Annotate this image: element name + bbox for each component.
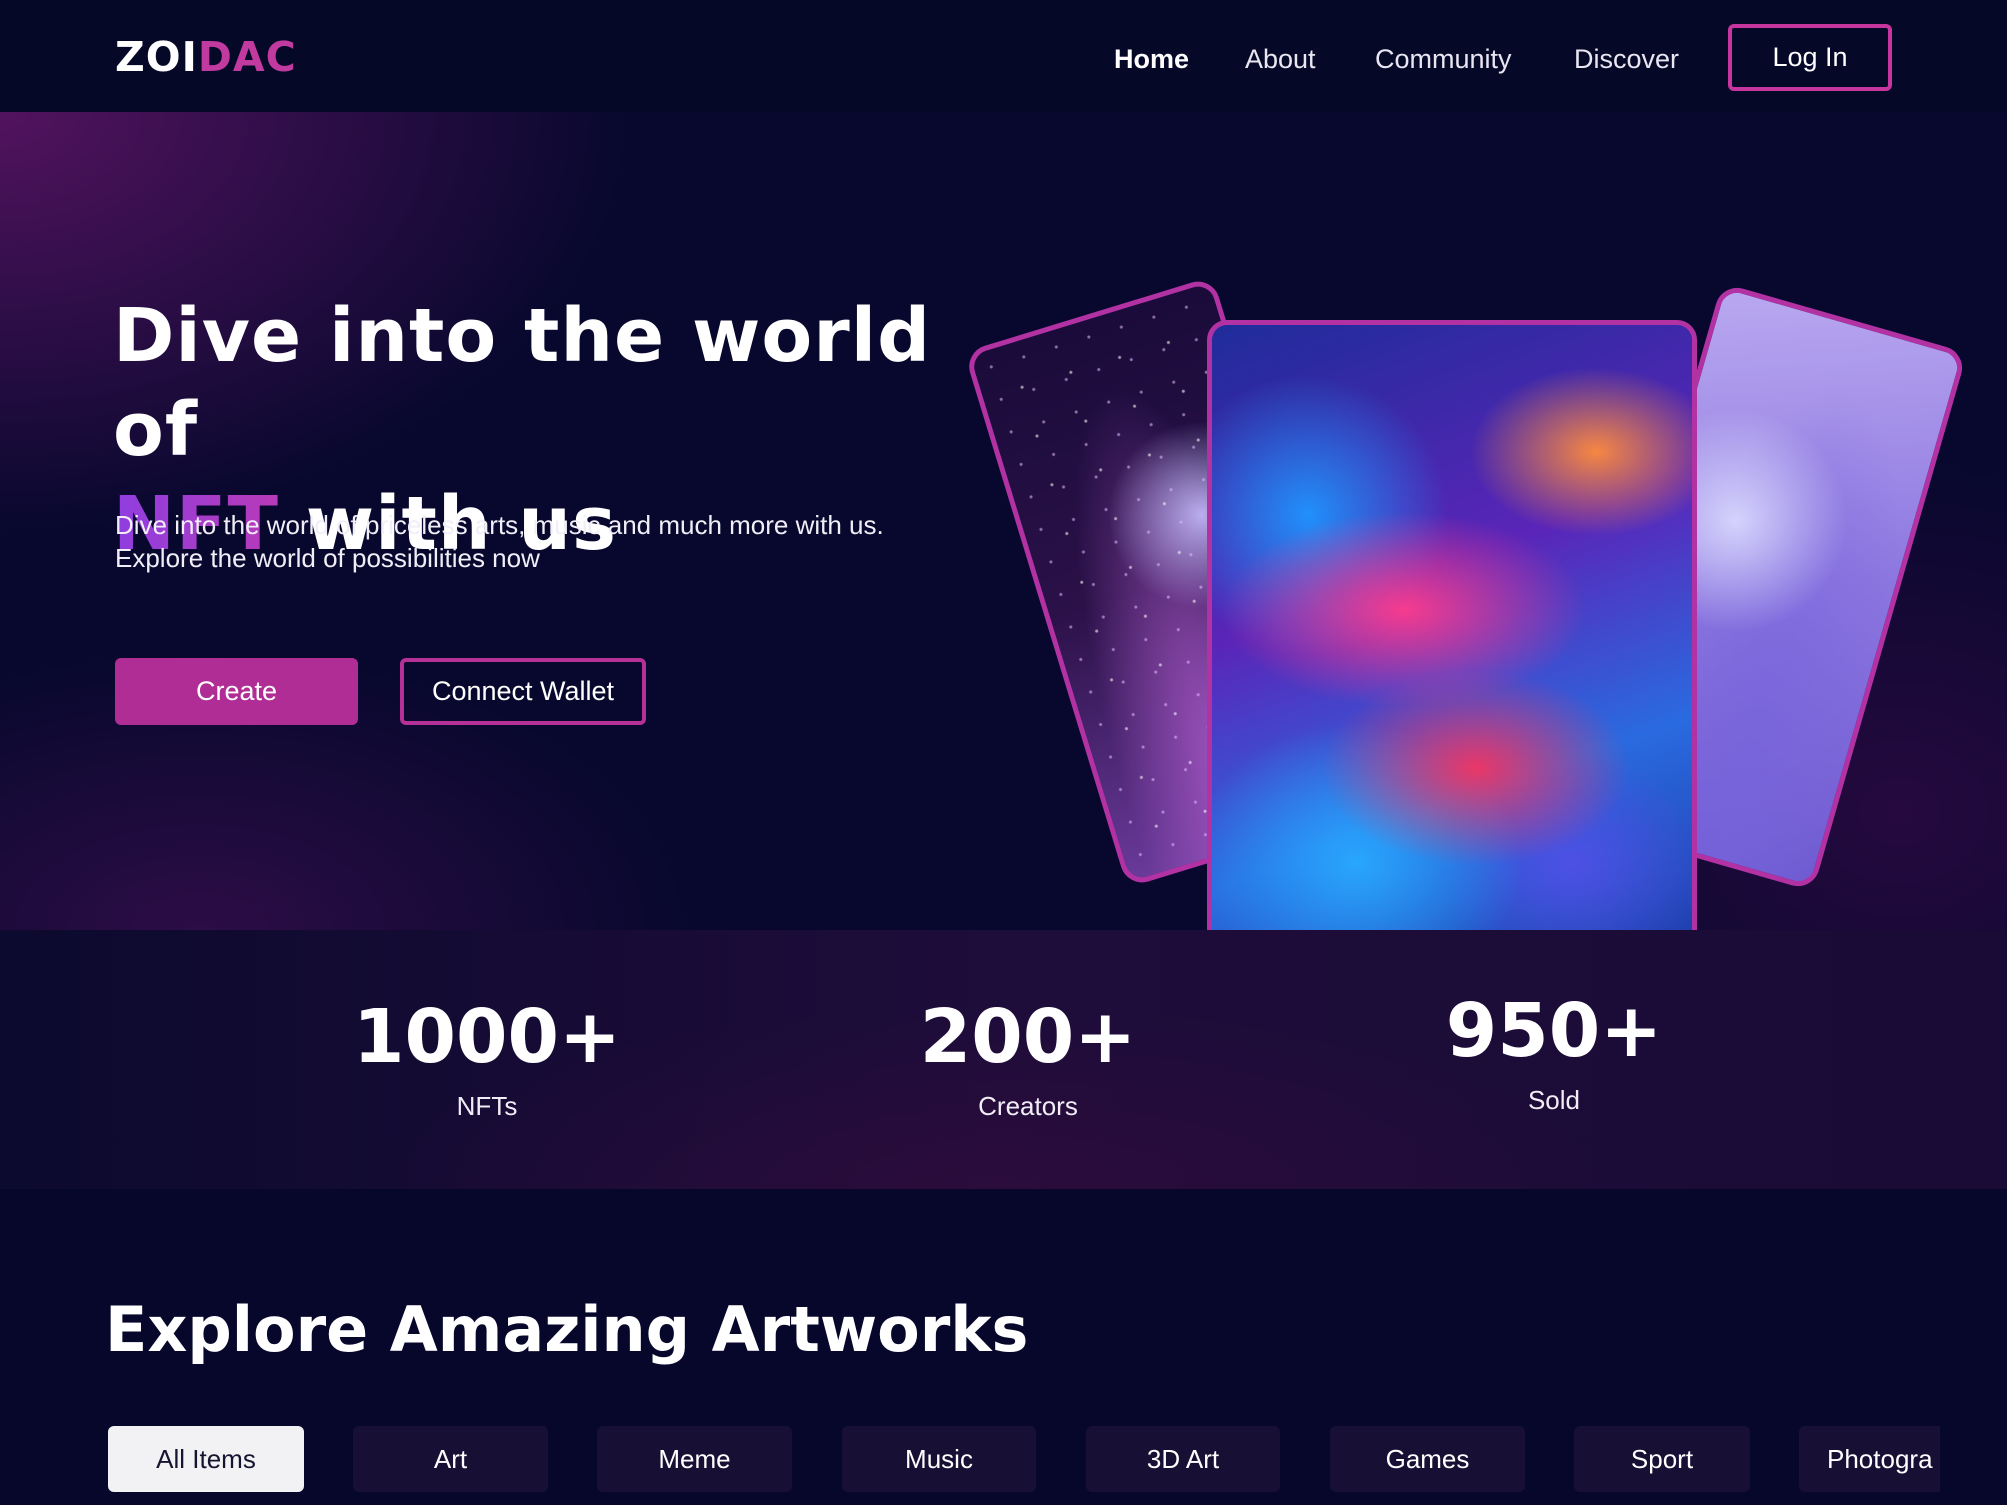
- nav-link-about[interactable]: About: [1245, 40, 1316, 78]
- filter-meme[interactable]: Meme: [597, 1426, 792, 1492]
- logo[interactable]: ZOIDAC: [115, 33, 297, 81]
- login-button[interactable]: Log In: [1728, 24, 1892, 91]
- stat-label: Sold: [1527, 1085, 1581, 1115]
- stat-creators: 200+ Creators: [868, 994, 1188, 1124]
- stats-section: 1000+ NFTs 200+ Creators 950+ Sold: [0, 930, 2007, 1189]
- filter-3d-art[interactable]: 3D Art: [1086, 1426, 1280, 1492]
- stat-value: 950+: [1445, 988, 1663, 1074]
- logo-part-2: DAC: [197, 33, 297, 81]
- hero-subtitle: Dive into the world of priceless arts, m…: [115, 510, 884, 573]
- filter-photography[interactable]: Photogra: [1799, 1426, 1940, 1492]
- filter-art[interactable]: Art: [353, 1426, 548, 1492]
- hero-section: Dive into the world of NFT with us Dive …: [0, 112, 2007, 963]
- navbar: ZOIDAC Home About Community Discover Log…: [0, 0, 2007, 112]
- explore-title: Explore Amazing Artworks: [105, 1293, 1029, 1366]
- stat-value: 200+: [919, 994, 1137, 1080]
- filter-tabs: All Items Art Meme Music 3D Art Games Sp…: [0, 1426, 1940, 1494]
- connect-wallet-button[interactable]: Connect Wallet: [400, 658, 646, 725]
- stat-sold: 950+ Sold: [1394, 988, 1714, 1118]
- stat-value: 1000+: [353, 994, 621, 1080]
- nav-link-discover[interactable]: Discover: [1574, 40, 1679, 78]
- logo-part-1: ZOI: [115, 33, 198, 81]
- filter-sport[interactable]: Sport: [1574, 1426, 1750, 1492]
- filter-games[interactable]: Games: [1330, 1426, 1525, 1492]
- stat-label: NFTs: [456, 1091, 518, 1121]
- nav-link-home[interactable]: Home: [1114, 40, 1189, 78]
- stat-nfts: 1000+ NFTs: [327, 994, 647, 1124]
- create-button[interactable]: Create: [115, 658, 358, 725]
- nav-link-community[interactable]: Community: [1375, 40, 1512, 78]
- stat-label: Creators: [978, 1091, 1078, 1121]
- hero-title-line1: Dive into the world of: [113, 293, 932, 473]
- filter-music[interactable]: Music: [842, 1426, 1036, 1492]
- filter-all-items[interactable]: All Items: [108, 1426, 304, 1492]
- nft-card-center-image[interactable]: [1207, 320, 1697, 963]
